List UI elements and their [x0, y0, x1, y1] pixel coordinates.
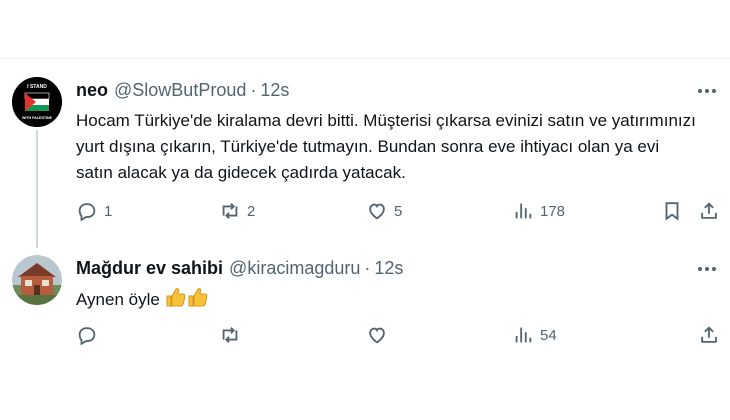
separator-dot: ·: [250, 80, 257, 100]
like-button[interactable]: [366, 324, 394, 346]
tweet-header: Mağdur ev sahibi @kiracimagduru · 12s: [76, 258, 403, 279]
avatar[interactable]: I STAND WITH PALESTINE: [12, 77, 62, 127]
share-icon: [701, 202, 717, 219]
reply-count: 1: [104, 202, 113, 220]
tweet-actions: 1 2 5 178: [76, 200, 720, 226]
share-button[interactable]: [698, 324, 720, 346]
like-count: 5: [394, 202, 403, 220]
handle[interactable]: @SlowButProud: [114, 80, 246, 101]
more-icon[interactable]: [698, 89, 716, 93]
view-count: 54: [540, 326, 557, 344]
display-name[interactable]: neo: [76, 80, 108, 101]
repost-button[interactable]: [219, 324, 247, 346]
timestamp[interactable]: 12s: [260, 80, 289, 101]
repost-count: 2: [247, 202, 256, 220]
views-icon: [515, 327, 532, 343]
palestine-flag-avatar-icon: I STAND WITH PALESTINE: [12, 77, 62, 127]
display-name[interactable]: Mağdur ev sahibi: [76, 258, 223, 279]
heart-icon: [369, 327, 385, 344]
handle[interactable]: @kiracimagduru: [229, 258, 360, 279]
tweet-text-content: Aynen öyle: [76, 290, 160, 309]
share-icon: [701, 326, 717, 343]
house-photo-avatar-icon: [12, 255, 62, 305]
reply-button[interactable]: 1: [76, 200, 112, 222]
tweet-text: Hocam Türkiye'de kiralama devri bitti. M…: [76, 111, 696, 182]
bookmark-icon: [665, 202, 679, 221]
tweet-text: Aynen öyle: [76, 286, 696, 316]
svg-text:WITH PALESTINE: WITH PALESTINE: [22, 116, 53, 120]
timestamp[interactable]: 12s: [374, 258, 403, 279]
repost-button[interactable]: 2: [219, 200, 255, 222]
heart-icon: [369, 203, 385, 220]
views-button[interactable]: 178: [512, 200, 565, 222]
reply-icon: [78, 327, 96, 346]
reply-icon: [78, 203, 96, 222]
repost-icon: [222, 203, 238, 219]
avatar[interactable]: [12, 255, 62, 305]
bookmark-button[interactable]: [661, 200, 683, 222]
tweet-header: neo @SlowButProud · 12s: [76, 80, 289, 101]
repost-icon: [222, 327, 238, 343]
like-button[interactable]: 5: [366, 200, 402, 222]
share-button[interactable]: [698, 200, 720, 222]
thread-line: [36, 130, 38, 248]
view-count: 178: [540, 202, 566, 220]
more-icon[interactable]: [698, 267, 716, 271]
svg-text:I STAND: I STAND: [27, 84, 47, 90]
views-button[interactable]: 54: [512, 324, 557, 346]
reply-button[interactable]: [76, 324, 104, 346]
timeline-divider: [0, 58, 730, 59]
views-icon: [515, 203, 532, 219]
separator-dot: ·: [364, 258, 371, 278]
thumbs-up-icon: [165, 286, 209, 316]
tweet-actions: 54: [76, 324, 720, 350]
